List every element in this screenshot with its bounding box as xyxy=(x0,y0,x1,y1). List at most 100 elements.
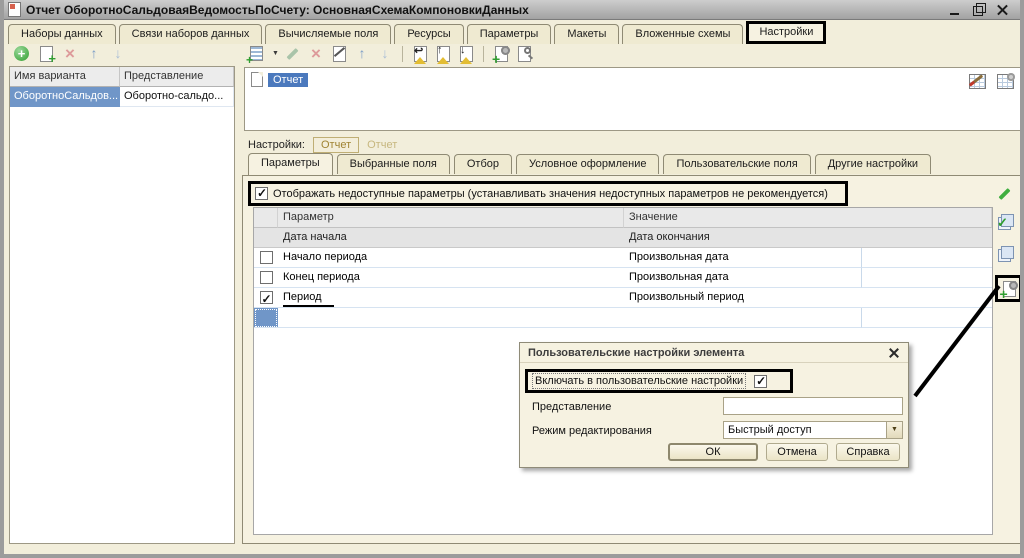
chevron-down-icon[interactable]: ▼ xyxy=(271,44,280,64)
tab-resources[interactable]: Ресурсы xyxy=(394,24,463,44)
tree-root-row[interactable]: Отчет xyxy=(245,68,1021,87)
tab-data-sets[interactable]: Наборы данных xyxy=(8,24,116,44)
table-row[interactable]: Конец периода Произвольная дата xyxy=(254,268,992,288)
tab-other-settings[interactable]: Другие настройки xyxy=(815,154,931,174)
add-icon[interactable] xyxy=(12,44,32,64)
show-unavailable-checkbox[interactable] xyxy=(255,187,268,200)
move-down-icon[interactable] xyxy=(375,44,395,64)
column-header-presentation[interactable]: Представление xyxy=(120,67,234,87)
value-cell[interactable] xyxy=(624,308,862,328)
parameter-cell[interactable] xyxy=(278,308,624,328)
move-up-icon[interactable] xyxy=(84,44,104,64)
row-checkbox[interactable] xyxy=(260,291,273,304)
restore-icon[interactable] xyxy=(972,4,986,16)
tab-user-fields[interactable]: Пользовательские поля xyxy=(663,154,810,174)
presentation-input[interactable] xyxy=(723,397,903,415)
settings-tab-strip: Параметры Выбранные поля Отбор Условное … xyxy=(248,153,931,174)
table-row-unavailable[interactable]: Дата начала Дата окончания xyxy=(254,228,992,248)
tab-parameters[interactable]: Параметры xyxy=(467,24,552,44)
checkbox-column-header xyxy=(254,208,278,228)
app-window: Отчет ОборотноСальдоваяВедомостьПоСчету:… xyxy=(0,0,1024,558)
apply-check-icon[interactable]: ✓ xyxy=(995,211,1015,231)
tree-root-label[interactable]: Отчет xyxy=(268,73,308,87)
grid-gear-icon[interactable] xyxy=(995,72,1015,90)
copy-icon[interactable] xyxy=(995,243,1015,263)
chevron-down-icon[interactable]: ▼ xyxy=(886,422,902,438)
minimize-icon[interactable] xyxy=(948,4,962,16)
cancel-button[interactable]: Отмена xyxy=(766,443,828,461)
user-settings-annotation-box: + xyxy=(995,275,1022,302)
edit-pencil-icon[interactable] xyxy=(995,184,1015,204)
report-icon xyxy=(8,2,21,17)
user-settings-add-icon[interactable]: + xyxy=(491,44,511,64)
tab-settings[interactable]: Настройки xyxy=(746,21,826,44)
column-header-parameter[interactable]: Параметр xyxy=(278,208,624,228)
grid-brush-icon[interactable] xyxy=(967,72,987,90)
tab-layouts[interactable]: Макеты xyxy=(554,24,619,44)
parameter-cell[interactable]: Начало периода xyxy=(278,248,624,268)
table-row[interactable]: Начало периода Произвольная дата xyxy=(254,248,992,268)
delete-icon[interactable] xyxy=(306,44,326,64)
include-label: Включать в пользовательские настройки xyxy=(532,373,746,389)
user-settings-element-icon[interactable]: + xyxy=(999,279,1019,299)
include-checkbox[interactable] xyxy=(754,375,767,388)
tab-dataset-links[interactable]: Связи наборов данных xyxy=(119,24,263,44)
tab-conditional-appearance[interactable]: Условное оформление xyxy=(516,154,659,174)
table-row-empty[interactable] xyxy=(254,308,992,328)
parameter-cell[interactable]: Конец периода xyxy=(278,268,624,288)
variant-row[interactable]: ОборотноСальдов... Оборотно-сальдо... xyxy=(10,87,234,107)
move-up-icon[interactable] xyxy=(352,44,372,64)
help-button[interactable]: Справка xyxy=(836,443,900,461)
report-node-icon xyxy=(251,72,263,87)
edit-mode-value: Быстрый доступ xyxy=(724,422,902,438)
variant-presentation-cell[interactable]: Оборотно-сальдо... xyxy=(120,87,234,107)
show-unavailable-label: Отображать недоступные параметры (устана… xyxy=(273,188,828,200)
add-copy-icon[interactable] xyxy=(36,44,56,64)
close-icon[interactable] xyxy=(996,4,1010,16)
value-cell[interactable]: Произвольная дата xyxy=(624,248,862,268)
read-settings-icon[interactable]: ↩ xyxy=(410,44,430,64)
toolbar-separator xyxy=(402,46,403,62)
presentation-label: Представление xyxy=(532,401,611,413)
window-title: Отчет ОборотноСальдоваяВедомостьПоСчету:… xyxy=(26,3,529,17)
tab-calculated-fields[interactable]: Вычисляемые поля xyxy=(265,24,391,44)
scheme-tree-panel: Отчет xyxy=(244,67,1022,131)
row-checkbox-cell xyxy=(254,288,278,308)
row-checkbox[interactable] xyxy=(260,251,273,264)
toolbar-separator xyxy=(483,46,484,62)
dialog-title-bar: Пользовательские настройки элемента xyxy=(520,343,908,363)
row-checkbox-cell xyxy=(254,268,278,288)
report-settings-link[interactable]: Отчет xyxy=(367,139,397,151)
value-cell[interactable]: Дата окончания xyxy=(624,228,992,248)
user-settings-find-icon[interactable] xyxy=(514,44,534,64)
tab-selected-fields[interactable]: Выбранные поля xyxy=(337,154,450,174)
scheme-toolbar: ▼ ↩ ↑ ↓ + xyxy=(248,44,534,64)
save-settings-icon[interactable]: ↓ xyxy=(456,44,476,64)
column-header-variant-name[interactable]: Имя варианта xyxy=(10,67,120,87)
variant-name-cell[interactable]: ОборотноСальдов... xyxy=(10,87,120,107)
user-settings-dialog: Пользовательские настройки элемента Вклю… xyxy=(519,342,909,468)
dialog-title: Пользовательские настройки элемента xyxy=(528,347,744,359)
add-template-icon[interactable] xyxy=(248,44,268,64)
edit-mode-select[interactable]: Быстрый доступ ▼ xyxy=(723,421,903,439)
table-row-period[interactable]: Период Произвольный период xyxy=(254,288,992,308)
value-cell[interactable]: Произвольная дата xyxy=(624,268,862,288)
focused-cell[interactable] xyxy=(254,308,278,328)
tab-parameters-inner[interactable]: Параметры xyxy=(248,153,333,175)
delete-icon[interactable] xyxy=(60,44,80,64)
dialog-close-icon[interactable] xyxy=(888,347,900,359)
report-settings-button[interactable]: Отчет xyxy=(313,137,359,153)
parameter-cell[interactable]: Дата начала xyxy=(278,228,624,248)
tab-filter[interactable]: Отбор xyxy=(454,154,512,174)
load-settings-icon[interactable]: ↑ xyxy=(433,44,453,64)
move-down-icon[interactable] xyxy=(108,44,128,64)
edit-pencil-icon[interactable] xyxy=(283,44,303,64)
column-header-value[interactable]: Значение xyxy=(624,208,992,228)
value-cell[interactable]: Произвольный период xyxy=(624,288,992,308)
parameter-cell[interactable]: Период xyxy=(278,288,624,308)
ok-button[interactable]: ОК xyxy=(668,443,758,461)
period-underline-annotation: Период xyxy=(283,290,334,308)
row-checkbox[interactable] xyxy=(260,271,273,284)
wizard-icon[interactable] xyxy=(329,44,349,64)
tab-nested-schemas[interactable]: Вложенные схемы xyxy=(622,24,743,44)
